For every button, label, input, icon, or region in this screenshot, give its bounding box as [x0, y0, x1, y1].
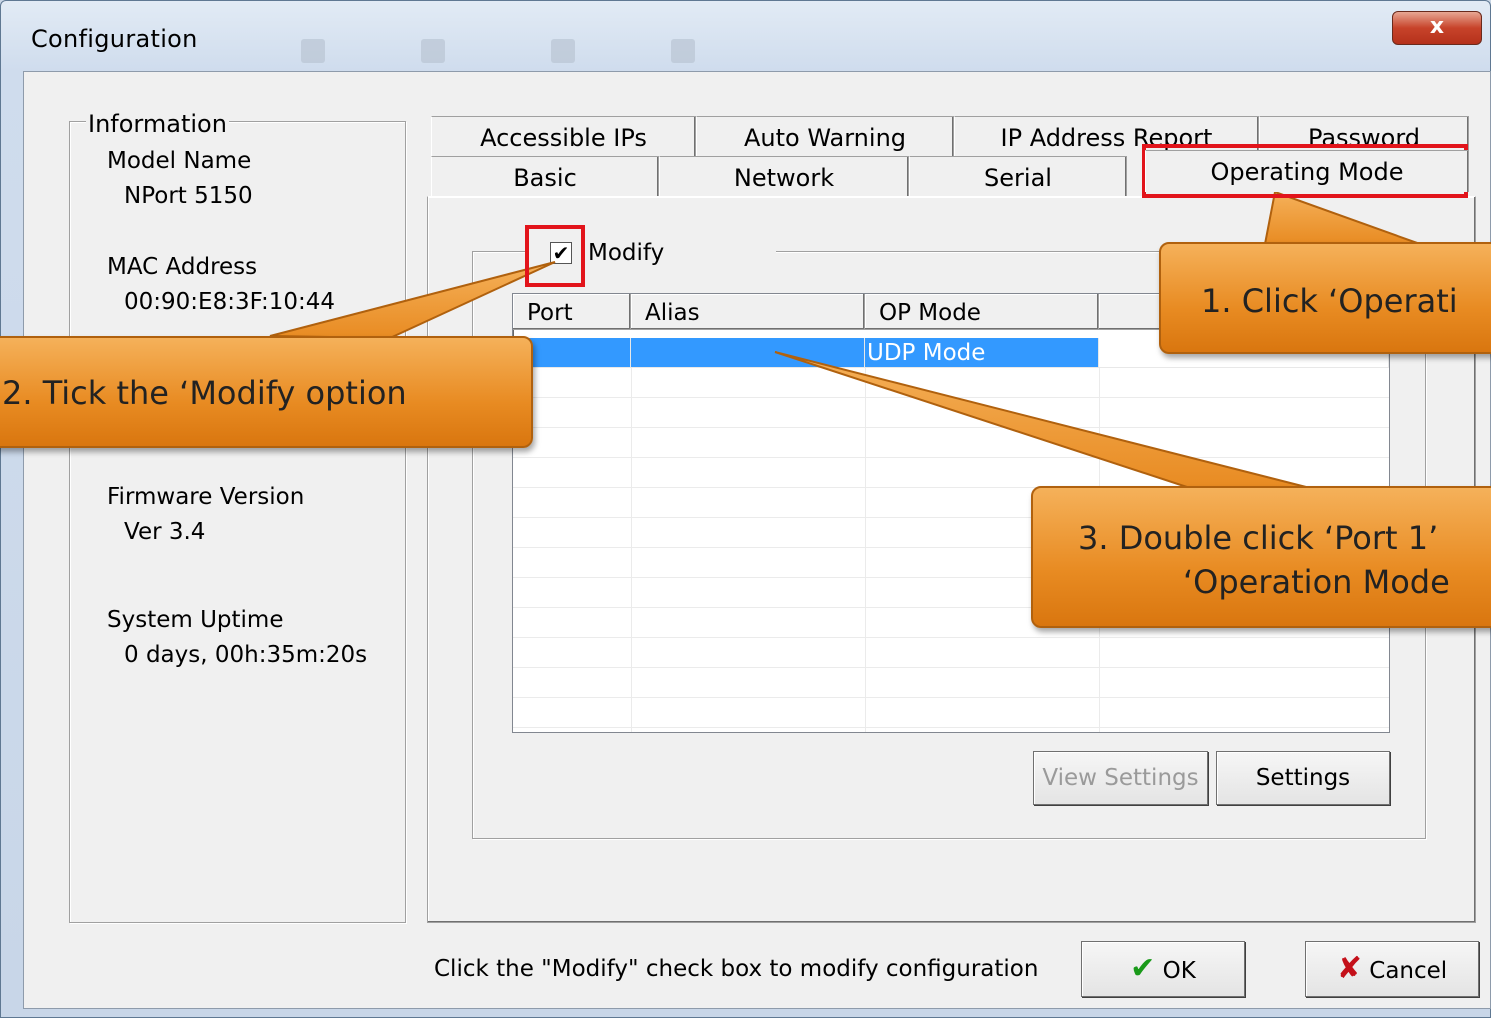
callout-step-2: 2. Tick the ‘Modify option: [0, 336, 533, 448]
callout-step-3-line2: ‘Operation Mode: [1183, 563, 1450, 601]
callout-3-pointer: [774, 351, 1311, 489]
callout-step-3: 3. Double click ‘Port 1’ ‘Operation Mode: [1031, 486, 1491, 628]
callout-step-3-line1: 3. Double click ‘Port 1’: [1078, 519, 1439, 557]
highlight-modify-checkbox: [525, 225, 585, 287]
callout-1-pointer: [1263, 190, 1421, 245]
callout-step-1-text: 1. Click ‘Operati: [1201, 282, 1458, 320]
tab-operating-mode[interactable]: Operating Mode: [1145, 150, 1469, 192]
callout-2-pointer: [269, 261, 556, 340]
callout-step-2-text: 2. Tick the ‘Modify option: [2, 374, 407, 412]
callout-step-1: 1. Click ‘Operati: [1159, 242, 1491, 354]
